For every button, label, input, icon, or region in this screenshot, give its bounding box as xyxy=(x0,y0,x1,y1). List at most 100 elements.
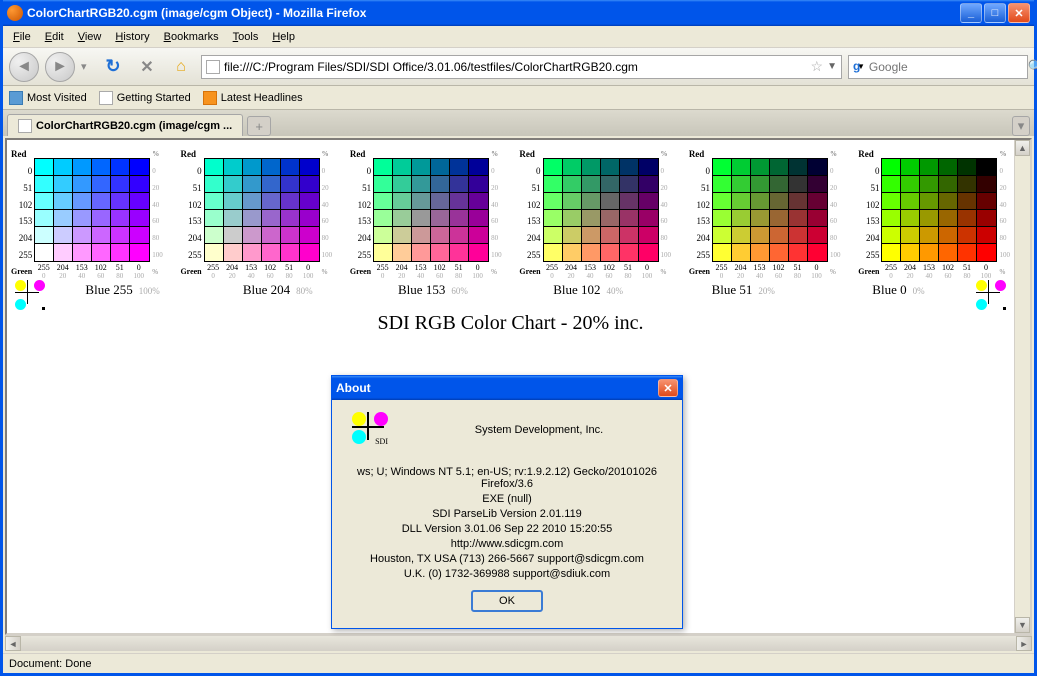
reload-button[interactable]: ↻ xyxy=(99,53,127,81)
menu-history[interactable]: History xyxy=(109,29,155,45)
menu-view[interactable]: View xyxy=(72,29,108,45)
dialog-company: System Development, Inc. xyxy=(408,424,670,436)
scroll-right-button[interactable]: ► xyxy=(1016,636,1032,651)
dialog-title: About xyxy=(336,381,658,395)
color-panel: Red051102153204255Green25520415310251002… xyxy=(350,146,502,280)
forward-button[interactable]: ► xyxy=(45,52,75,82)
menu-file[interactable]: File xyxy=(7,29,37,45)
color-swatch xyxy=(412,210,431,227)
dialog-close-button[interactable]: ✕ xyxy=(658,379,678,397)
bookmark-latest-headlines[interactable]: Latest Headlines xyxy=(203,91,303,105)
color-swatch xyxy=(958,176,977,193)
color-swatch xyxy=(469,159,488,176)
color-swatch xyxy=(130,244,149,261)
blue-value-label: Blue 255100% xyxy=(45,280,200,298)
color-swatch xyxy=(111,159,130,176)
color-swatch xyxy=(920,176,939,193)
color-swatch xyxy=(262,244,281,261)
url-bar[interactable]: ☆ ▼ xyxy=(201,55,842,79)
bookmark-star-icon[interactable]: ☆ xyxy=(811,58,824,75)
color-swatch xyxy=(977,244,996,261)
color-swatch xyxy=(751,193,770,210)
color-swatch xyxy=(431,227,450,244)
color-swatch xyxy=(450,159,469,176)
color-swatch xyxy=(205,244,224,261)
color-swatch xyxy=(262,227,281,244)
color-swatch xyxy=(469,176,488,193)
color-swatch xyxy=(544,176,563,193)
search-icon[interactable]: 🔍 xyxy=(1028,59,1037,75)
color-swatch xyxy=(732,210,751,227)
color-swatch xyxy=(901,244,920,261)
color-swatch xyxy=(243,210,262,227)
color-swatch xyxy=(732,244,751,261)
window-titlebar: ColorChartRGB20.cgm (image/cgm Object) -… xyxy=(3,0,1034,26)
color-swatch xyxy=(300,176,319,193)
color-swatch xyxy=(808,244,827,261)
url-dropdown-icon[interactable]: ▼ xyxy=(827,61,837,72)
color-swatch xyxy=(262,159,281,176)
color-swatch xyxy=(450,176,469,193)
vertical-scrollbar[interactable]: ▲ ▼ xyxy=(1014,140,1030,633)
search-box[interactable]: ▼ 🔍 xyxy=(848,55,1028,79)
color-swatch xyxy=(450,193,469,210)
color-grid xyxy=(712,158,828,262)
url-input[interactable] xyxy=(224,60,807,74)
color-swatch xyxy=(789,227,808,244)
color-swatch xyxy=(281,210,300,227)
color-swatch xyxy=(281,193,300,210)
history-dropdown[interactable]: ▾ xyxy=(81,60,93,73)
color-swatch xyxy=(977,176,996,193)
menu-bookmarks[interactable]: Bookmarks xyxy=(158,29,225,45)
dialog-info-line: U.K. (0) 1732-369988 support@sdiuk.com xyxy=(344,568,670,580)
color-swatch xyxy=(73,193,92,210)
blue-value-label: Blue 10240% xyxy=(511,280,666,298)
scroll-left-button[interactable]: ◄ xyxy=(5,636,21,651)
minimize-button[interactable]: _ xyxy=(960,3,982,23)
color-swatch xyxy=(582,244,601,261)
tabs-dropdown[interactable]: ▾ xyxy=(1012,116,1030,136)
search-input[interactable] xyxy=(869,60,1024,74)
color-swatch xyxy=(92,210,111,227)
color-swatch xyxy=(901,193,920,210)
bookmark-getting-started[interactable]: Getting Started xyxy=(99,91,191,105)
color-swatch xyxy=(601,227,620,244)
menu-edit[interactable]: Edit xyxy=(39,29,70,45)
color-swatch xyxy=(544,193,563,210)
close-button[interactable]: ✕ xyxy=(1008,3,1030,23)
color-swatch xyxy=(882,227,901,244)
color-swatch xyxy=(374,210,393,227)
color-swatch xyxy=(205,227,224,244)
color-swatch xyxy=(412,227,431,244)
color-swatch xyxy=(582,176,601,193)
ok-button[interactable]: OK xyxy=(471,590,543,612)
color-swatch xyxy=(431,176,450,193)
scroll-up-button[interactable]: ▲ xyxy=(1015,140,1030,156)
scroll-down-button[interactable]: ▼ xyxy=(1015,617,1030,633)
color-swatch xyxy=(639,176,658,193)
home-button[interactable]: ⌂ xyxy=(167,53,195,81)
color-swatch xyxy=(939,227,958,244)
tab-active[interactable]: ColorChartRGB20.cgm (image/cgm ... xyxy=(7,114,243,136)
color-swatch xyxy=(262,210,281,227)
new-tab-button[interactable]: + xyxy=(247,116,271,136)
maximize-button[interactable]: □ xyxy=(984,3,1006,23)
color-swatch xyxy=(374,193,393,210)
dialog-titlebar[interactable]: About ✕ xyxy=(332,376,682,400)
color-swatch xyxy=(374,227,393,244)
color-swatch xyxy=(54,210,73,227)
color-swatch xyxy=(54,176,73,193)
back-button[interactable]: ◄ xyxy=(9,52,39,82)
color-swatch xyxy=(901,159,920,176)
color-swatch xyxy=(393,210,412,227)
color-swatch xyxy=(920,159,939,176)
color-swatch xyxy=(35,176,54,193)
color-swatch xyxy=(732,159,751,176)
stop-button[interactable]: ✕ xyxy=(133,53,161,81)
horizontal-scrollbar[interactable]: ◄ ► xyxy=(5,635,1032,651)
menu-help[interactable]: Help xyxy=(266,29,301,45)
color-swatch xyxy=(789,210,808,227)
menu-tools[interactable]: Tools xyxy=(227,29,265,45)
bookmark-most-visited[interactable]: Most Visited xyxy=(9,91,87,105)
color-swatch xyxy=(205,193,224,210)
